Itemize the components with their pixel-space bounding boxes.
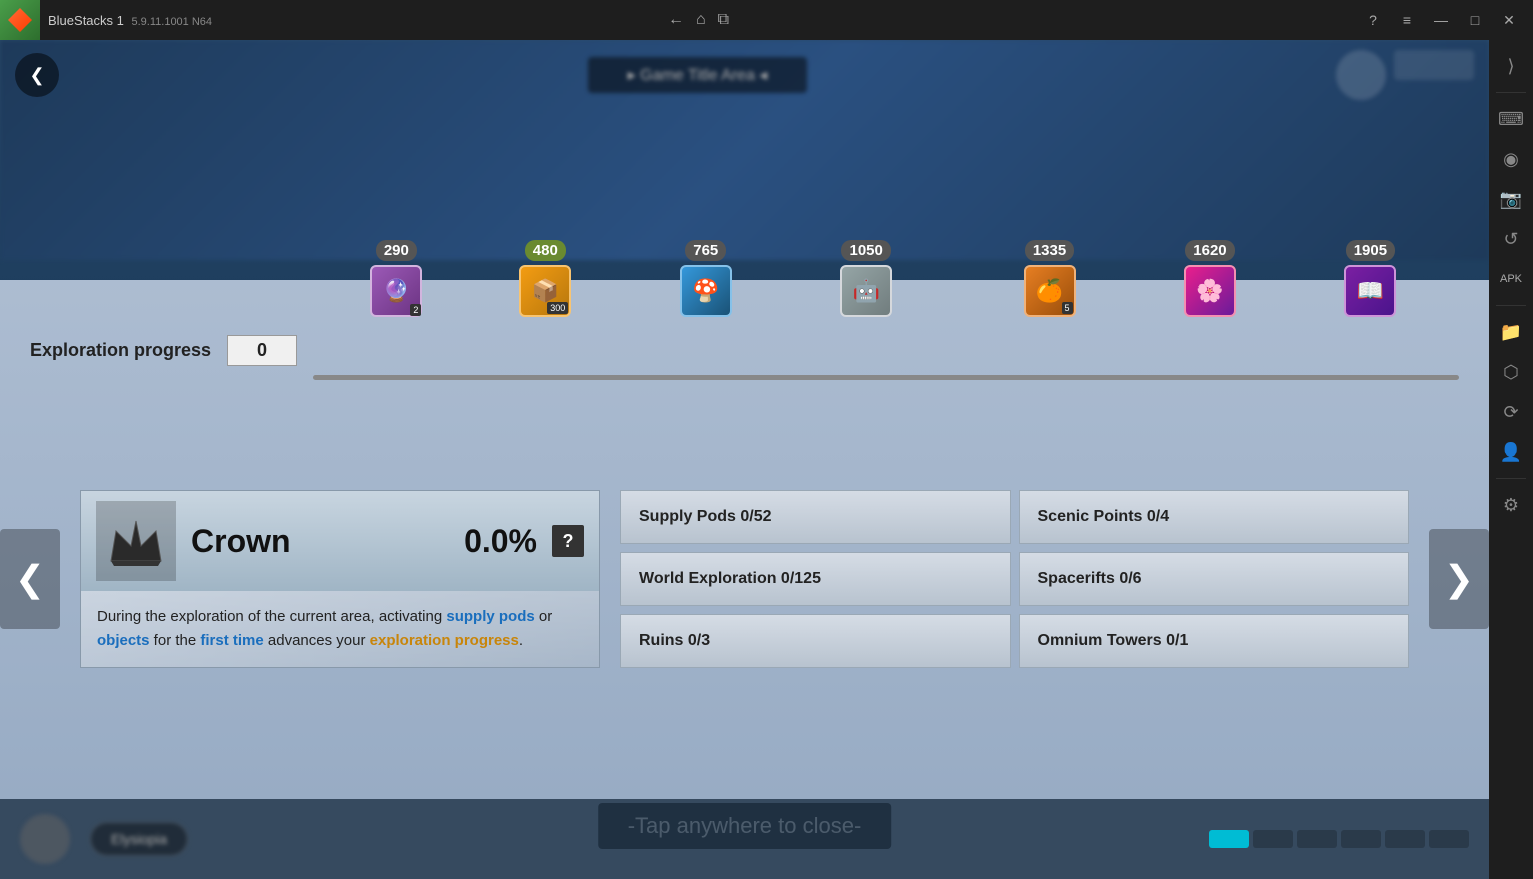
apk-icon[interactable]: APK — [1493, 261, 1529, 297]
screenshot-icon[interactable]: ⬡ — [1493, 354, 1529, 390]
stat-spacerifts[interactable]: Spacerifts 0/6 — [1019, 552, 1410, 606]
progress-bar-container: 290 🔮2 480 📦300 765 🍄 1050 — [313, 320, 1459, 380]
sidebar-divider-1 — [1496, 92, 1526, 93]
exploration-label: Exploration progress — [30, 340, 211, 361]
milestone-765-label: 765 — [685, 240, 726, 261]
dot-2 — [1253, 830, 1293, 848]
titlebar: BlueStacks 1 5.9.11.1001 N64 ← ⌂ ⧉ ? ≡ —… — [0, 0, 1533, 40]
stats-panel: Supply Pods 0/52 Scenic Points 0/4 World… — [620, 490, 1409, 668]
milestone-1620-icon: 🌸 — [1184, 265, 1236, 317]
milestone-480: 480 📦300 — [519, 240, 571, 317]
game-area[interactable]: ❮ ▸ Game Title Area ◂ Exploration progre… — [0, 40, 1489, 879]
progress-milestones: 290 🔮2 480 📦300 765 🍄 1050 — [313, 240, 1459, 291]
highlight-supply-pods: supply pods — [446, 608, 534, 625]
stat-scenic-points[interactable]: Scenic Points 0/4 — [1019, 490, 1410, 544]
gamepad-icon[interactable]: ◉ — [1493, 141, 1529, 177]
milestone-1050: 1050 🤖 — [840, 240, 892, 317]
menu-button[interactable]: ≡ — [1393, 6, 1421, 34]
milestone-1335-icon: 🍊5 — [1024, 265, 1076, 317]
milestone-480-icon: 📦300 — [519, 265, 571, 317]
progress-value: 0 — [227, 335, 297, 366]
keyboard-icon[interactable]: ⌨ — [1493, 101, 1529, 137]
milestone-1335-label: 1335 — [1025, 240, 1074, 261]
settings-icon[interactable]: ⚙ — [1493, 487, 1529, 523]
milestone-290: 290 🔮2 — [370, 240, 422, 317]
milestone-1620: 1620 🌸 — [1184, 240, 1236, 317]
crown-section: Crown 0.0% ? During the exploration of t… — [80, 490, 1409, 668]
progress-section: Exploration progress 0 290 🔮2 480 📦300 — [0, 280, 1489, 400]
highlight-first-time: first time — [200, 632, 263, 649]
milestone-480-label: 480 — [525, 240, 566, 261]
help-button[interactable]: ? — [1359, 6, 1387, 34]
app-title: BlueStacks 1 5.9.11.1001 N64 — [40, 13, 656, 28]
crown-description: During the exploration of the current ar… — [81, 591, 599, 667]
game-top-ui: ❮ ▸ Game Title Area ◂ — [0, 50, 1489, 100]
account-icon[interactable]: 👤 — [1493, 434, 1529, 470]
crown-panel: Crown 0.0% ? During the exploration of t… — [80, 490, 600, 668]
crown-svg-icon — [106, 511, 166, 571]
close-button[interactable]: ✕ — [1495, 6, 1523, 34]
maximize-button[interactable]: □ — [1461, 6, 1489, 34]
refresh-icon[interactable]: ↺ — [1493, 221, 1529, 257]
stat-supply-pods[interactable]: Supply Pods 0/52 — [620, 490, 1011, 544]
milestone-1050-icon: 🤖 — [840, 265, 892, 317]
stat-ruins[interactable]: Ruins 0/3 — [620, 614, 1011, 668]
dot-5 — [1385, 830, 1425, 848]
sidebar-divider-3 — [1496, 478, 1526, 479]
minimize-button[interactable]: — — [1427, 6, 1455, 34]
bottom-area: Elysiopia — [0, 799, 1489, 879]
game-title-bar: ▸ Game Title Area ◂ — [588, 57, 808, 93]
content-area: ❮ ❯ — [0, 490, 1489, 668]
crown-title: Crown — [191, 523, 449, 560]
exploration-panel: Exploration progress 0 290 🔮2 480 📦300 — [0, 280, 1489, 879]
milestone-765: 765 🍄 — [680, 240, 732, 317]
nav-left-arrow[interactable]: ❮ — [0, 529, 60, 629]
game-top-right — [1336, 50, 1474, 100]
dot-1 — [1209, 830, 1249, 848]
sidebar-expand-icon[interactable]: ⟩ — [1493, 48, 1529, 84]
game-back-button[interactable]: ❮ — [15, 53, 59, 97]
crown-percentage: 0.0% — [464, 523, 537, 560]
milestone-1050-label: 1050 — [841, 240, 890, 261]
crown-header: Crown 0.0% ? — [81, 491, 599, 591]
dot-6 — [1429, 830, 1469, 848]
milestone-1905: 1905 📖 — [1344, 240, 1396, 317]
back-nav-icon[interactable]: ← — [668, 11, 684, 29]
question-icon[interactable]: ? — [552, 525, 584, 557]
app-logo — [0, 0, 40, 40]
milestone-1335: 1335 🍊5 — [1024, 240, 1076, 317]
milestone-1620-label: 1620 — [1185, 240, 1234, 261]
nav-right-arrow[interactable]: ❯ — [1429, 529, 1489, 629]
titlebar-nav: ← ⌂ ⧉ — [656, 11, 741, 29]
stack-nav-icon[interactable]: ⧉ — [718, 11, 729, 29]
milestone-1905-label: 1905 — [1346, 240, 1395, 261]
dot-3 — [1297, 830, 1337, 848]
stat-omnium-towers[interactable]: Omnium Towers 0/1 — [1019, 614, 1410, 668]
bottom-progress-dots — [1209, 830, 1469, 848]
folder-icon[interactable]: 📁 — [1493, 314, 1529, 350]
stat-world-exploration[interactable]: World Exploration 0/125 — [620, 552, 1011, 606]
logo-diamond — [8, 8, 32, 32]
milestone-1905-icon: 📖 — [1344, 265, 1396, 317]
dot-4 — [1341, 830, 1381, 848]
camera-icon[interactable]: 📷 — [1493, 181, 1529, 217]
milestone-290-icon: 🔮2 — [370, 265, 422, 317]
bluestacks-right-sidebar: ⟩ ⌨ ◉ 📷 ↺ APK 📁 ⬡ ⟳ 👤 ⚙ — [1489, 40, 1533, 879]
window-controls: ? ≡ — □ ✕ — [1349, 6, 1533, 34]
bottom-avatar — [20, 814, 70, 864]
sidebar-divider-2 — [1496, 305, 1526, 306]
bottom-region-btn[interactable]: Elysiopia — [90, 822, 188, 856]
crown-icon-box — [96, 501, 176, 581]
highlight-objects: objects — [97, 632, 150, 649]
milestone-765-icon: 🍄 — [680, 265, 732, 317]
rotate-icon[interactable]: ⟳ — [1493, 394, 1529, 430]
milestone-290-label: 290 — [376, 240, 417, 261]
highlight-exploration-progress: exploration progress — [370, 632, 519, 649]
home-nav-icon[interactable]: ⌂ — [696, 11, 706, 29]
progress-track — [313, 375, 1459, 380]
